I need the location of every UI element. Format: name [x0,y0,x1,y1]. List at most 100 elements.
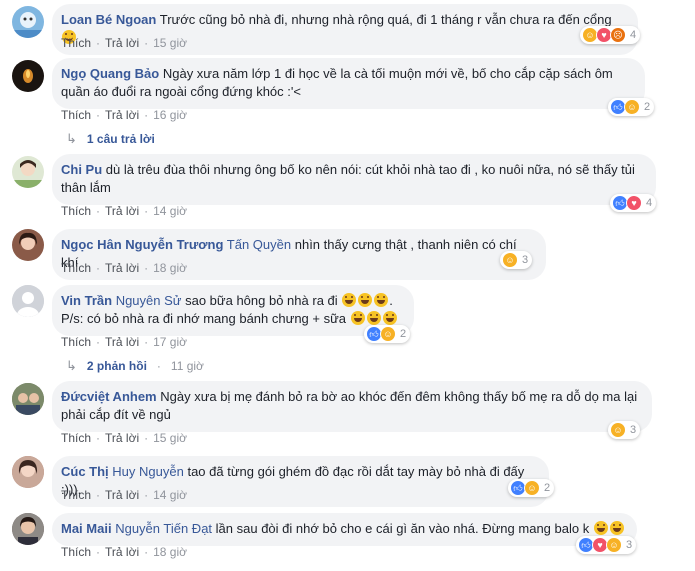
comment-bubble: Chi Pu dù là trêu đùa thôi nhưng ông bố … [52,154,656,205]
reaction-summary[interactable]: 👍︎ ♥ ☺ 3 [576,536,637,554]
separator: · [96,261,101,275]
separator: · [156,359,161,373]
haha-reaction-icon: ☺ [606,537,622,553]
reply-link[interactable]: Trả lời [105,204,139,218]
replies-time: 11 giờ [170,359,204,373]
commenter-name[interactable]: Loan Bé Ngoan [61,12,156,27]
comment-meta: Thích · Trả lời · 18 giờ [61,544,187,560]
reaction-count: 4 [630,29,637,41]
separator: · [96,204,101,218]
view-replies-link[interactable]: ↳ 1 câu trả lời [66,131,155,147]
separator: · [144,335,149,349]
like-link[interactable]: Thích [61,545,91,559]
reaction-count: 4 [646,197,653,209]
haha-reaction-icon: ☺ [380,326,396,342]
like-link[interactable]: Thích [61,488,91,502]
timestamp[interactable]: 15 giờ [153,36,187,50]
reaction-count: 3 [626,539,633,551]
angry-reaction-icon: ☹ [610,27,626,43]
avatar[interactable] [12,156,44,188]
reply-link[interactable]: Trả lời [105,545,139,559]
comment-meta: Thích · Trả lời · 16 giờ [61,107,187,123]
comment-meta: Thích · Trả lời · 18 giờ [61,260,187,276]
laughing-emoji-icon [374,293,389,307]
haha-reaction-icon: ☺ [524,480,540,496]
reaction-count: 2 [644,101,651,113]
commenter-name[interactable]: Mai Maii [61,521,112,536]
separator: · [144,108,149,122]
commenter-name[interactable]: Cúc Thị [61,464,109,479]
reaction-summary[interactable]: 👍︎ ☺ 2 [364,325,411,343]
avatar[interactable] [12,285,44,317]
replies-count[interactable]: 1 câu trả lời [87,132,155,146]
timestamp[interactable]: 16 giờ [153,108,187,122]
comment-text: sao bữa hông bỏ nhà ra đi [185,293,338,308]
reaction-summary[interactable]: ☺ 3 [608,421,641,439]
laughing-emoji-icon [358,293,373,307]
commenter-name[interactable]: Ngọc Hân Nguyễn Trương [61,237,223,252]
commenter-name[interactable]: Ngọ Quang Bảo [61,66,159,81]
reply-link[interactable]: Trả lời [105,261,139,275]
comment-meta: Thích · Trả lời · 14 giờ [61,487,187,503]
comment-meta: Thích · Trả lời · 15 giờ [61,35,187,51]
like-link[interactable]: Thích [61,261,91,275]
separator: · [96,108,101,122]
comment-meta: Thích · Trả lời · 15 giờ [61,430,187,446]
timestamp[interactable]: 15 giờ [153,431,187,445]
replies-count[interactable]: 2 phản hồi [87,359,147,373]
reply-link[interactable]: Trả lời [105,431,139,445]
laughing-emoji-icon [382,311,397,325]
like-link[interactable]: Thích [61,335,91,349]
separator: · [96,335,101,349]
avatar[interactable] [12,513,44,545]
reply-arrow-icon: ↳ [66,131,77,146]
reaction-summary[interactable]: ☺ 3 [500,251,533,269]
reply-link[interactable]: Trả lời [105,108,139,122]
reaction-summary[interactable]: 👍︎ ♥ 4 [610,194,657,212]
tagged-user[interactable]: Nguyên Sử [116,293,182,308]
timestamp[interactable]: 18 giờ [153,545,187,559]
reaction-summary[interactable]: ☺ ♥ ☹ 4 [580,26,641,44]
view-replies-link[interactable]: ↳ 2 phản hồi · 11 giờ [66,358,204,374]
avatar[interactable] [12,229,44,261]
like-link[interactable]: Thích [61,204,91,218]
like-link[interactable]: Thích [61,431,91,445]
commenter-name[interactable]: Đứcviệt Anhem [61,389,157,404]
reply-link[interactable]: Trả lời [105,335,139,349]
comment-text-line2: P/s: có bỏ nhà ra đi nhớ mang bánh chưng… [61,311,347,326]
avatar[interactable] [12,456,44,488]
avatar[interactable] [12,60,44,92]
separator: · [96,431,101,445]
like-link[interactable]: Thích [61,108,91,122]
separator: · [144,36,149,50]
timestamp[interactable]: 18 giờ [153,261,187,275]
avatar[interactable] [12,6,44,38]
timestamp[interactable]: 14 giờ [153,488,187,502]
reaction-summary[interactable]: 👍︎ ☺ 2 [608,98,655,116]
tagged-user[interactable]: Huy Nguyễn [112,464,184,479]
separator: · [96,545,101,559]
commenter-name[interactable]: Chi Pu [61,162,102,177]
separator: · [144,204,149,218]
reaction-count: 3 [630,424,637,436]
reply-link[interactable]: Trả lời [105,36,139,50]
tagged-user[interactable]: Tấn Quyền [227,237,291,252]
commenter-name[interactable]: Vin Trần [61,293,112,308]
reply-link[interactable]: Trả lời [105,488,139,502]
timestamp[interactable]: 14 giờ [153,204,187,218]
tagged-user[interactable]: Nguyễn Tiến Đạt [115,521,212,536]
laughing-emoji-icon [342,293,357,307]
reaction-summary[interactable]: 👍︎ ☺ 2 [508,479,555,497]
laughing-emoji-icon [593,521,608,535]
avatar[interactable] [12,383,44,415]
laughing-emoji-icon [609,521,624,535]
comment-text: lần sau đòi đi nhớ bỏ cho e cái gì ăn và… [215,521,590,536]
separator: · [96,488,101,502]
timestamp[interactable]: 17 giờ [153,335,187,349]
haha-reaction-icon: ☺ [610,422,626,438]
reaction-count: 2 [544,482,551,494]
comment-text: Trước cũng bỏ nhà đi, nhưng nhà rộng quá… [159,12,612,27]
comment-bubble: Mai Maii Nguyễn Tiến Đạt lần sau đòi đi … [52,513,637,546]
haha-reaction-icon: ☺ [502,252,518,268]
like-link[interactable]: Thích [61,36,91,50]
